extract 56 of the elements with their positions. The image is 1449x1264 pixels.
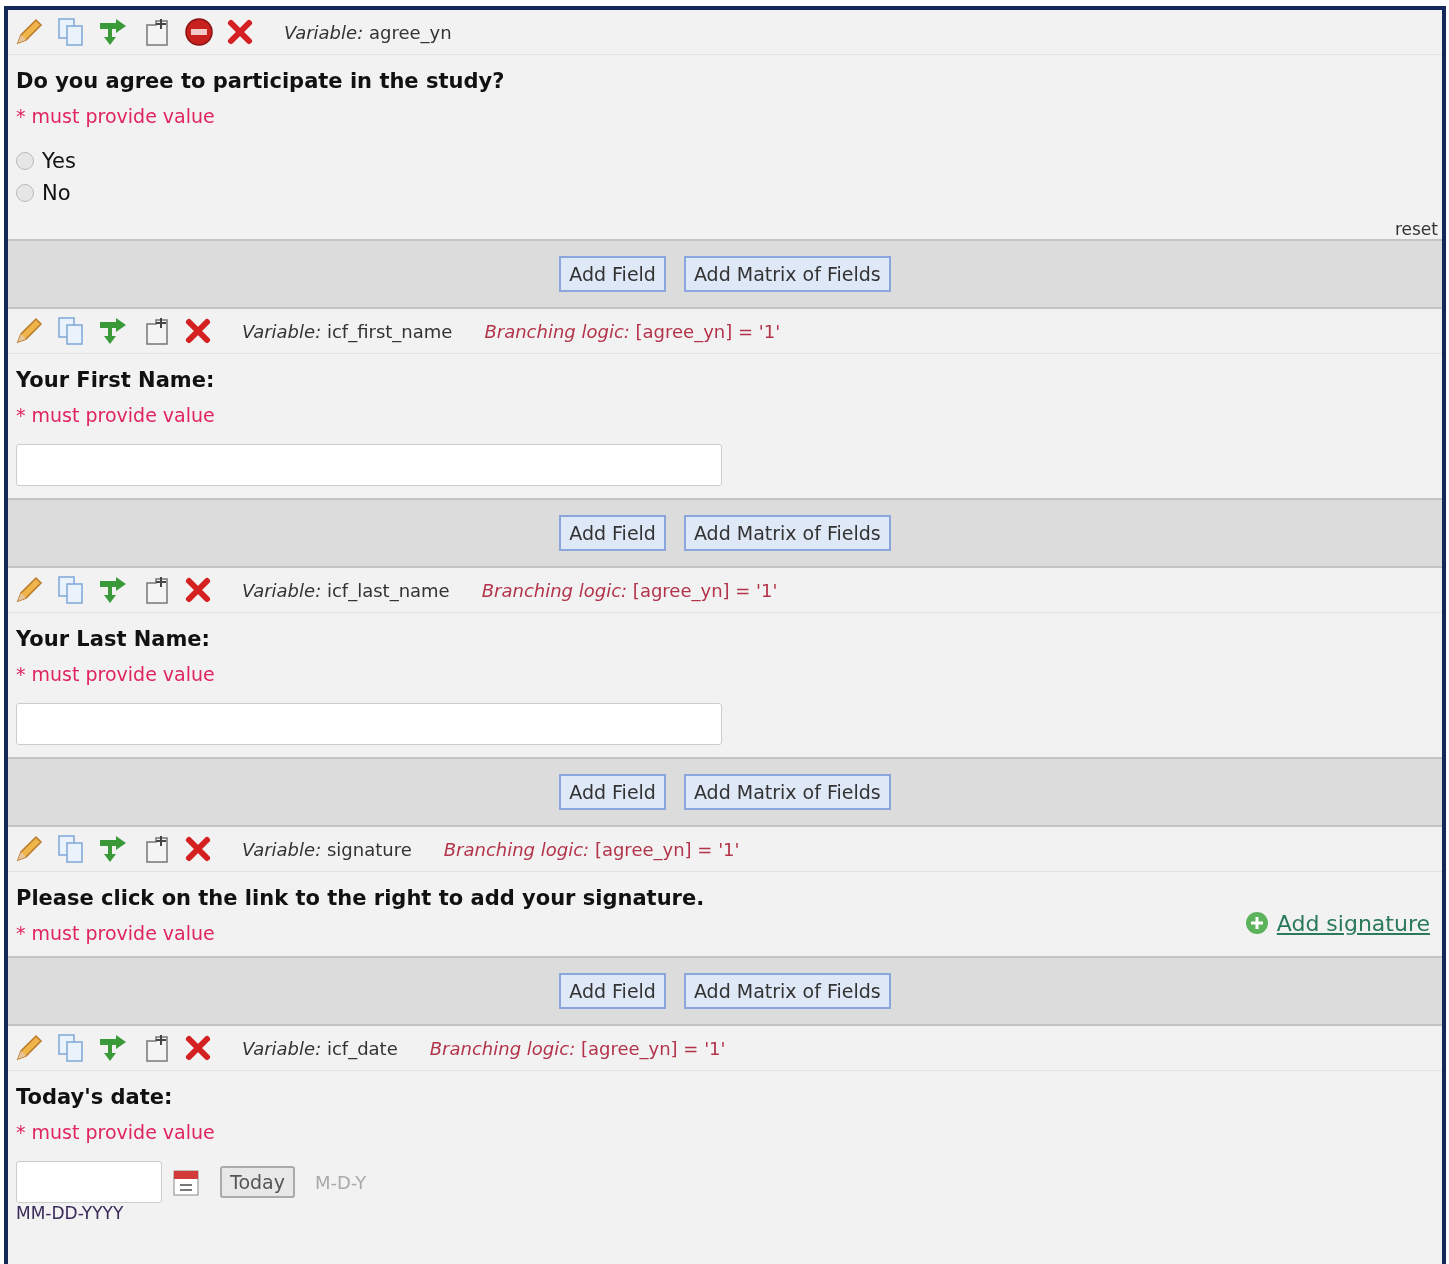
field-label: Today's date: (16, 1085, 174, 1109)
radio-option[interactable]: No (16, 181, 1430, 205)
pencil-icon[interactable] (14, 834, 44, 864)
delete-icon[interactable] (184, 835, 212, 863)
add-button[interactable]: Add Field (559, 515, 666, 551)
field-label: Do you agree to participate in the study? (16, 69, 506, 93)
branching-logic: Branching logic: [agree_yn] = '1' (481, 579, 778, 601)
stop-sign-icon[interactable] (184, 17, 214, 47)
add-button[interactable]: Add Matrix of Fields (683, 774, 891, 810)
pencil-icon[interactable] (14, 316, 44, 346)
add-icon (1244, 911, 1269, 935)
add-button[interactable]: Add Field (559, 256, 666, 292)
variable-name: Variable: icf_first_name (242, 320, 453, 342)
branching-logic: Branching logic: [agree_yn] = '1' (484, 320, 781, 342)
text-input[interactable] (16, 444, 722, 486)
radio-option[interactable]: Yes (16, 149, 1430, 173)
field-label: Please click on the link to the right to add your signature. (16, 886, 706, 910)
required-note: * must provide value (16, 663, 216, 685)
date-format: MM-DD-YYYY (16, 1203, 125, 1223)
calendar-icon[interactable] (172, 1167, 200, 1197)
pencil-icon[interactable] (14, 17, 44, 47)
branching-logic: Branching logic: [agree_yn] = '1' (443, 838, 740, 860)
variable-name: Variable: icf_last_name (242, 579, 450, 601)
field-label: Your First Name: (16, 368, 216, 392)
required-note: * must provide value (16, 922, 216, 944)
link-text[interactable]: Add signature (1276, 910, 1430, 936)
variable-name: Variable: agree_yn (284, 21, 452, 43)
add-button[interactable]: Add Field (559, 973, 666, 1009)
copy-icon[interactable] (56, 834, 86, 864)
copy-icon[interactable] (56, 1033, 86, 1063)
delete-icon[interactable] (226, 18, 254, 46)
field-label: Your Last Name: (16, 627, 211, 651)
required-note: * must provide value (16, 404, 216, 426)
required-note: * must provide value (16, 1121, 216, 1143)
pencil-icon[interactable] (14, 575, 44, 605)
copy-icon[interactable] (56, 17, 86, 47)
add-button[interactable]: Add Matrix of Fields (683, 973, 891, 1009)
copy-icon[interactable] (56, 316, 86, 346)
copy-icon[interactable] (56, 575, 86, 605)
date-format-hint: M-D-Y (314, 1171, 367, 1193)
today-button[interactable]: Today (220, 1166, 295, 1198)
add-button[interactable]: Add Matrix of Fields (683, 515, 891, 551)
add-signature-link[interactable]: Add signature (1244, 910, 1430, 936)
delete-icon[interactable] (184, 576, 212, 604)
text-input[interactable] (16, 703, 722, 745)
delete-icon[interactable] (184, 317, 212, 345)
date-input[interactable] (16, 1161, 162, 1203)
delete-icon[interactable] (184, 1034, 212, 1062)
variable-name: Variable: icf_date (242, 1037, 398, 1059)
required-note: * must provide value (16, 105, 216, 127)
reset-link[interactable]: reset (1394, 219, 1438, 239)
add-button[interactable]: Add Field (559, 774, 666, 810)
branching-logic: Branching logic: [agree_yn] = '1' (429, 1037, 726, 1059)
add-button[interactable]: Add Matrix of Fields (683, 256, 891, 292)
variable-name: Variable: signature (242, 838, 412, 860)
pencil-icon[interactable] (14, 1033, 44, 1063)
